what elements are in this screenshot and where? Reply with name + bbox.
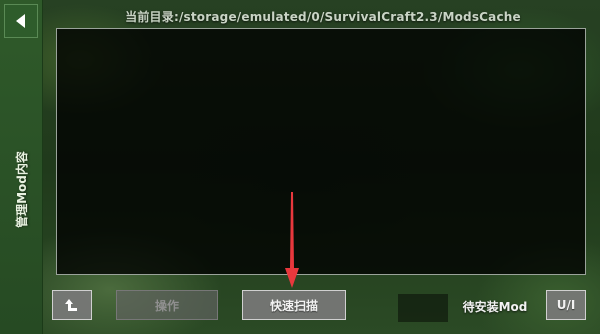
- back-arrow-icon: [16, 14, 25, 28]
- arrow-shape: [285, 192, 299, 288]
- up-arrow-icon: [65, 299, 77, 311]
- pending-mod-label: 待安装Mod: [462, 299, 528, 314]
- quick-scan-button[interactable]: 快速扫描: [242, 290, 346, 320]
- tab-manage-mod-content[interactable]: 管理Mod内容: [0, 44, 42, 334]
- current-directory-path: 当前目录:/storage/emulated/0/SurvivalCraft2.…: [125, 10, 521, 24]
- operate-button[interactable]: 操作: [116, 290, 218, 320]
- empty-slot: [398, 294, 448, 322]
- parent-directory-button[interactable]: [52, 290, 92, 320]
- tab-label: 管理Mod内容: [14, 150, 29, 228]
- ui-toggle-button[interactable]: U/I: [546, 290, 586, 320]
- sidebar: 管理Mod内容: [0, 0, 43, 334]
- annotation-arrow: [285, 192, 299, 288]
- back-button[interactable]: [4, 4, 38, 38]
- file-list-panel[interactable]: [56, 28, 586, 275]
